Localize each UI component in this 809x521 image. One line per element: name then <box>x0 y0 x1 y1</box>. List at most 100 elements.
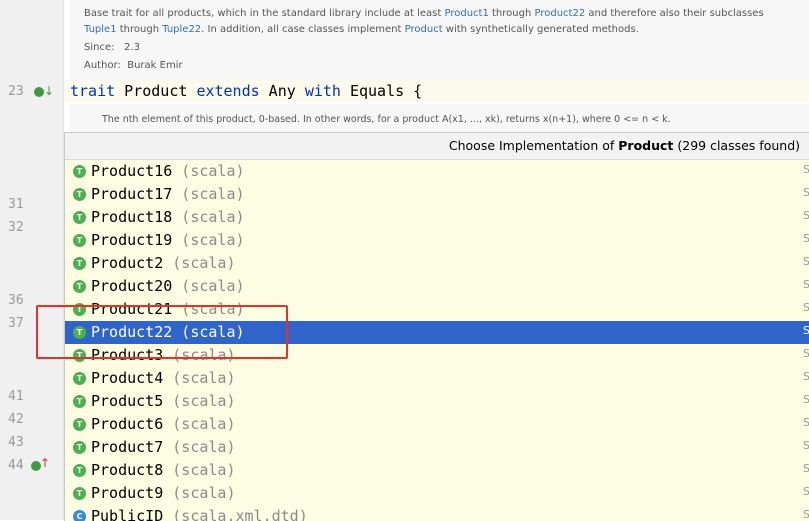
truncated-edge-text: S <box>803 508 809 521</box>
code-trait-declaration[interactable]: trait Product extends Any with Equals { <box>70 82 422 100</box>
trait-icon: T <box>73 280 86 293</box>
doc-line-2: Tuple1 through Tuple22. In addition, all… <box>84 24 639 35</box>
truncated-edge-text: S <box>803 439 809 452</box>
package-name: (scala) <box>172 277 245 295</box>
truncated-edge-text: S <box>803 163 809 176</box>
package-name: (scala.xml.dtd) <box>163 507 308 521</box>
implementation-item[interactable]: T Product5 (scala) S <box>65 390 809 413</box>
line-number: 31 <box>8 197 24 212</box>
doc-author: Author: Burak Emir <box>84 60 183 71</box>
trait-icon: T <box>73 395 86 408</box>
class-name: Product16 <box>91 162 173 180</box>
trait-icon: T <box>73 487 86 500</box>
truncated-edge-text: S <box>803 485 809 498</box>
line-number: 44 <box>8 458 24 473</box>
implementation-item[interactable]: T Product20 (scala) S <box>65 275 809 298</box>
implementation-item[interactable]: T Product17 (scala) S <box>65 183 809 206</box>
trait-icon: T <box>73 418 86 431</box>
truncated-edge-text: S <box>803 278 809 291</box>
line-number: 37 <box>8 316 24 331</box>
package-name: (scala) <box>163 438 236 456</box>
package-name: (scala) <box>163 254 236 272</box>
trait-icon: T <box>73 464 86 477</box>
implementation-name: Product17 (scala) <box>91 185 245 203</box>
implementation-item[interactable]: T Product7 (scala) S <box>65 436 809 459</box>
implementation-item[interactable]: T Product6 (scala) S <box>65 413 809 436</box>
class-name: Product19 <box>91 231 173 249</box>
implementation-item[interactable]: T Product8 (scala) S <box>65 459 809 482</box>
truncated-edge-text: S <box>803 255 809 268</box>
line-number: 36 <box>8 293 24 308</box>
trait-icon: T <box>73 211 86 224</box>
trait-icon: T <box>73 372 86 385</box>
implementation-name: Product18 (scala) <box>91 208 245 226</box>
truncated-edge-text: S <box>803 370 809 383</box>
implementation-name: PublicID (scala.xml.dtd) <box>91 507 308 521</box>
package-name: (scala) <box>172 185 245 203</box>
down-arrow-icon[interactable]: ↓ <box>44 85 54 97</box>
implementation-item[interactable]: C PublicID (scala.xml.dtd) S <box>65 505 809 521</box>
line-number: 41 <box>8 389 24 404</box>
package-name: (scala) <box>172 162 245 180</box>
package-name: (scala) <box>163 461 236 479</box>
implementation-name: Product6 (scala) <box>91 415 236 433</box>
line-number-23: 23 <box>8 84 24 99</box>
trait-icon: T <box>73 441 86 454</box>
class-name: PublicID <box>91 507 164 521</box>
doc-line-1: Base trait for all products, which in th… <box>84 8 764 19</box>
truncated-edge-text: S <box>803 462 809 475</box>
implementation-name: Product19 (scala) <box>91 231 245 249</box>
line-number: 43 <box>8 435 24 450</box>
trait-icon: T <box>73 165 86 178</box>
implementation-name: Product8 (scala) <box>91 461 236 479</box>
package-name: (scala) <box>172 208 245 226</box>
popup-title: Choose Implementation of Product (299 cl… <box>448 138 800 153</box>
implementation-item[interactable]: T Product18 (scala) S <box>65 206 809 229</box>
class-name: Product18 <box>91 208 173 226</box>
line-number: 42 <box>8 412 24 427</box>
class-name: Product4 <box>91 369 164 387</box>
implementation-item[interactable]: T Product19 (scala) S <box>65 229 809 252</box>
class-name: Product5 <box>91 392 164 410</box>
implementation-name: Product5 (scala) <box>91 392 236 410</box>
class-name: Product8 <box>91 461 164 479</box>
implemented-icon[interactable] <box>34 87 44 97</box>
highlight-box <box>36 305 288 359</box>
truncated-edge-text: S <box>803 301 809 314</box>
package-name: (scala) <box>163 392 236 410</box>
class-name: Product9 <box>91 484 164 502</box>
implementation-item[interactable]: T Product9 (scala) S <box>65 482 809 505</box>
implementation-name: Product20 (scala) <box>91 277 245 295</box>
truncated-edge-text: S <box>803 347 809 360</box>
class-name: Product20 <box>91 277 173 295</box>
implementation-name: Product9 (scala) <box>91 484 236 502</box>
line-number: 32 <box>8 220 24 235</box>
package-name: (scala) <box>163 484 236 502</box>
truncated-edge-text: S <box>803 324 809 337</box>
implementation-name: Product2 (scala) <box>91 254 236 272</box>
truncated-edge-text: S <box>803 393 809 406</box>
doc-nth-element: The nth element of this product, 0-based… <box>102 114 671 125</box>
doc-since: Since: 2.3 <box>84 42 140 53</box>
trait-icon: T <box>73 234 86 247</box>
package-name: (scala) <box>163 415 236 433</box>
up-arrow-icon[interactable]: ↑ <box>40 457 50 469</box>
truncated-edge-text: S <box>803 232 809 245</box>
truncated-edge-text: S <box>803 186 809 199</box>
truncated-edge-text: S <box>803 209 809 222</box>
class-name: Product2 <box>91 254 164 272</box>
class-icon: C <box>73 510 86 521</box>
class-name: Product7 <box>91 438 164 456</box>
implementation-name: Product7 (scala) <box>91 438 236 456</box>
implementation-item[interactable]: T Product2 (scala) S <box>65 252 809 275</box>
trait-icon: T <box>73 257 86 270</box>
implementation-item[interactable]: T Product4 (scala) S <box>65 367 809 390</box>
implementation-item[interactable]: T Product16 (scala) S <box>65 160 809 183</box>
package-name: (scala) <box>172 231 245 249</box>
implementation-name: Product16 (scala) <box>91 162 245 180</box>
popup-header: Choose Implementation of Product (299 cl… <box>65 133 809 160</box>
class-name: Product17 <box>91 185 173 203</box>
implementation-name: Product4 (scala) <box>91 369 236 387</box>
class-name: Product6 <box>91 415 164 433</box>
package-name: (scala) <box>163 369 236 387</box>
